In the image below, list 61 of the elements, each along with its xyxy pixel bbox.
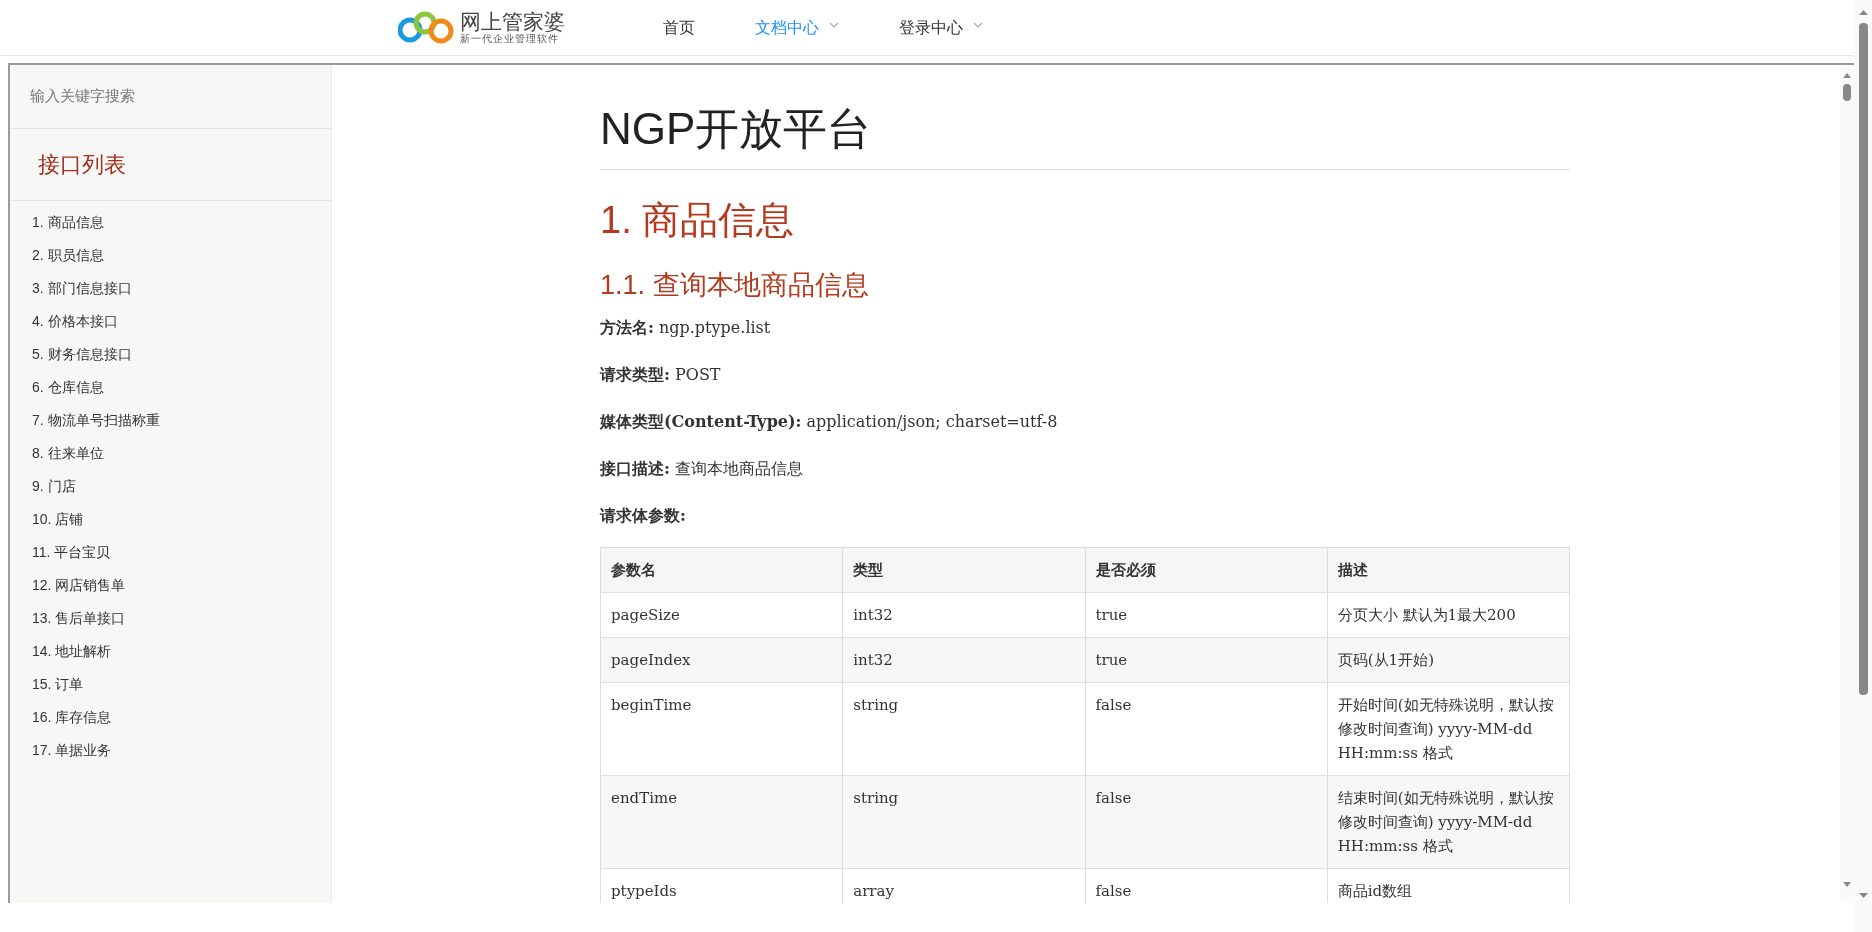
caret-icon [973, 21, 983, 28]
section-heading: 1. 商品信息 [600, 198, 796, 243]
sidebar-link[interactable]: 1. 商品信息 [32, 212, 104, 233]
field-text: 请求体参数: [600, 505, 687, 527]
sidebar-link[interactable]: 12. 网店销售单 [32, 575, 126, 596]
sidebar-link[interactable]: 14. 地址解析 [32, 641, 112, 662]
table-cell: 开始时间(如无特殊说明，默认按修改时间查询) yyyy-MM-dd HH:mm:ss 格式 [1327, 682, 1570, 776]
table-cell: int32 [842, 637, 1085, 683]
table-cell: pageSize [600, 592, 843, 638]
sidebar-link[interactable]: 3. 部门信息接口 [32, 278, 132, 299]
table-cell: string [842, 775, 1085, 869]
table-cell: false [1085, 775, 1328, 869]
scrollbar[interactable] [1840, 65, 1854, 903]
sidebar-title: 接口列表 [38, 151, 126, 179]
column-header: 类型 [842, 547, 1085, 593]
table-cell: 结束时间(如无特殊说明，默认按修改时间查询) yyyy-MM-dd HH:mm:ss 格式 [1327, 775, 1570, 869]
nav-link[interactable]: 登录中心 [899, 15, 983, 40]
sidebar-link[interactable]: 17. 单据业务 [32, 740, 112, 761]
sidebar-link[interactable]: 10. 店铺 [32, 509, 84, 530]
search-field[interactable]: 输入关键字搜索 [30, 85, 311, 108]
table-cell: beginTime [600, 682, 843, 776]
sidebar-link[interactable]: 9. 门店 [32, 476, 76, 497]
column-header: 是否必须 [1085, 547, 1328, 593]
field-text: 接口描述: 查询本地商品信息 [600, 458, 804, 480]
column-header: 描述 [1327, 547, 1570, 593]
table-cell: true [1085, 637, 1328, 683]
sidebar-link[interactable]: 13. 售后单接口 [32, 608, 126, 629]
subsection-heading: 1.1. 查询本地商品信息 [600, 269, 870, 302]
page-title: NGP开放平台 [600, 97, 1570, 170]
scrollbar[interactable] [1854, 0, 1872, 932]
logo-name: 网上管家婆 [460, 11, 565, 32]
scroll-up-arrow[interactable] [1858, 10, 1868, 15]
sidebar-link[interactable]: 11. 平台宝贝 [32, 542, 111, 563]
nav-link[interactable]: 首页 [663, 15, 695, 40]
field-text: 方法名: ngp.ptype.list [600, 317, 772, 339]
sidebar-link[interactable]: 5. 财务信息接口 [32, 344, 132, 365]
sidebar-link[interactable]: 2. 职员信息 [32, 245, 104, 266]
caret-icon [829, 21, 839, 28]
table-cell: int32 [842, 592, 1085, 638]
logo-tagline: 新一代企业管理软件 [460, 34, 560, 44]
sidebar-link[interactable]: 6. 仓库信息 [32, 377, 104, 398]
table-cell: true [1085, 592, 1328, 638]
table-cell: 分页大小 默认为1最大200 [1327, 592, 1570, 638]
sidebar-link[interactable]: 8. 往来单位 [32, 443, 104, 464]
table-cell: 页码(从1开始) [1327, 637, 1570, 683]
table-cell: pageIndex [600, 637, 843, 683]
field-text: 媒体类型(Content-Type): application/json; charset=utf-8 [600, 411, 1059, 433]
sidebar-link[interactable]: 4. 价格本接口 [32, 311, 118, 332]
sidebar-link[interactable]: 15. 订单 [32, 674, 84, 695]
sidebar-link[interactable]: 7. 物流单号扫描称重 [32, 410, 160, 431]
table-cell: endTime [600, 775, 843, 869]
sidebar-link[interactable]: 16. 库存信息 [32, 707, 112, 728]
scroll-thumb[interactable] [1858, 23, 1868, 695]
table-cell: ptypeIds [600, 868, 843, 903]
logo-icon [398, 10, 454, 45]
column-header: 参数名 [600, 547, 843, 593]
table-cell: false [1085, 682, 1328, 776]
table-cell: string [842, 682, 1085, 776]
scroll-thumb[interactable] [1843, 84, 1851, 101]
scroll-up-arrow[interactable] [1843, 73, 1851, 78]
field-text: 请求类型: POST [600, 364, 722, 386]
